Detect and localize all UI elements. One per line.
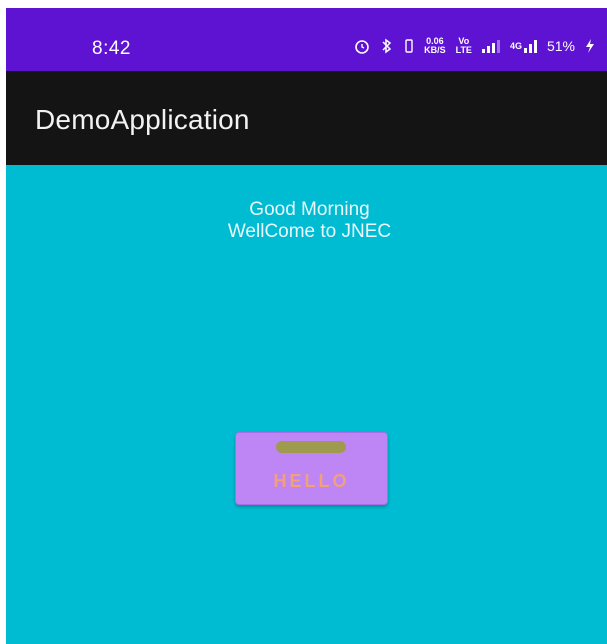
alarm-icon xyxy=(354,38,370,54)
charging-icon xyxy=(585,38,595,54)
greeting-text: Good Morning WellCome to JNEC xyxy=(6,199,607,243)
network-speed: 0.06 KB/S xyxy=(424,36,446,55)
phone-screen: 8:42 0.06 KB/S Vo LTE 4G 51% DemoApplica… xyxy=(6,8,607,644)
app-bar: DemoApplication xyxy=(6,71,607,165)
greeting-line-1: Good Morning xyxy=(249,199,370,220)
vibrate-icon xyxy=(404,38,414,54)
bluetooth-icon xyxy=(380,38,394,54)
status-time: 8:42 xyxy=(92,38,131,59)
status-icons: 0.06 KB/S Vo LTE 4G 51% xyxy=(354,37,595,55)
signal-icon-sim1 xyxy=(481,39,500,53)
button-decoration-bar xyxy=(276,441,346,453)
status-bar: 8:42 0.06 KB/S Vo LTE 4G 51% xyxy=(6,8,607,71)
hello-button-label: HELLO xyxy=(273,471,350,491)
volte-icon: Vo LTE xyxy=(455,36,472,55)
app-title: DemoApplication xyxy=(35,104,250,135)
hello-button[interactable]: HELLO xyxy=(235,432,388,505)
main-content: Good Morning WellCome to JNEC HELLO xyxy=(6,165,607,644)
battery-percent: 51% xyxy=(546,38,575,54)
signal-icon-4g: 4G xyxy=(510,39,537,53)
greeting-line-2: WellCome to JNEC xyxy=(227,221,392,242)
